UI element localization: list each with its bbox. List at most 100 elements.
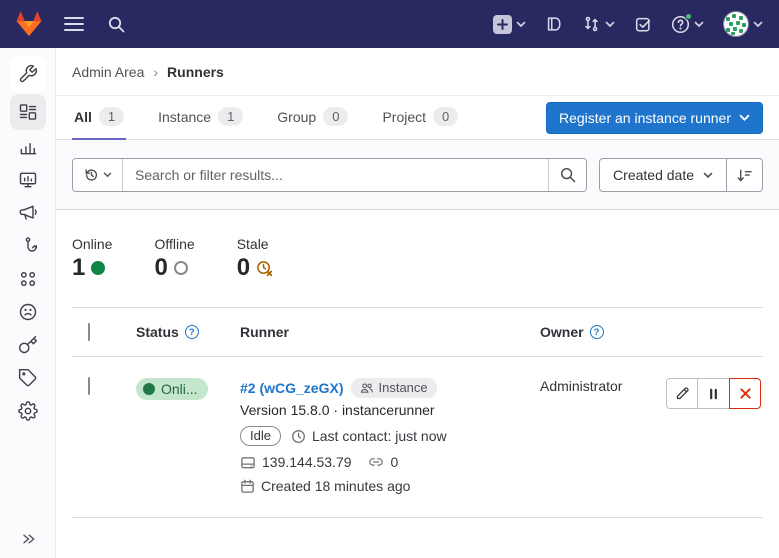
sort-by-dropdown[interactable]: Created date xyxy=(599,158,727,192)
idle-badge: Idle xyxy=(240,426,281,446)
gitlab-logo[interactable] xyxy=(14,10,44,38)
navbar-left xyxy=(14,10,125,38)
disk-icon xyxy=(240,455,256,470)
runner-ip-line: 139.144.53.79 0 xyxy=(240,454,524,470)
ip-address: 139.144.53.79 xyxy=(262,454,352,470)
search-input[interactable] xyxy=(123,159,548,191)
clock-icon xyxy=(291,429,306,444)
jobs-count: 0 xyxy=(391,454,399,470)
jobs-count-group: 0 xyxy=(368,454,399,470)
double-chevron-right-icon xyxy=(21,532,36,546)
chevron-down-icon xyxy=(703,172,713,179)
history-icon xyxy=(83,167,99,183)
wrench-icon xyxy=(18,64,38,84)
notification-dot xyxy=(685,13,692,20)
status-cell: Onli... xyxy=(120,378,224,400)
gitlab-admin-runners-page: Admin Area › Runners All 1 Instance 1 Gr… xyxy=(0,0,779,558)
chevron-down-icon xyxy=(739,114,750,122)
sidebar-item-monitoring[interactable] xyxy=(10,163,46,196)
runner-stats: Online 1 Offline 0 Stale 0 xyxy=(56,210,779,281)
sort-direction-button[interactable] xyxy=(727,158,763,192)
new-menu-button[interactable] xyxy=(493,15,526,34)
breadcrumb-runners: Runners xyxy=(167,64,224,80)
search-icon xyxy=(560,167,576,183)
sidebar-item-applications[interactable] xyxy=(10,262,46,295)
stale-count: 0 xyxy=(237,255,250,281)
help-menu-button[interactable] xyxy=(671,15,704,34)
bar-chart-icon xyxy=(18,137,38,157)
runner-version: Version 15.8.0 · instancerunner xyxy=(240,402,524,418)
sidebar-item-deploy-keys[interactable] xyxy=(10,328,46,361)
pause-runner-button[interactable] xyxy=(698,378,730,409)
tab-group-count: 0 xyxy=(323,107,348,126)
megaphone-icon xyxy=(18,203,38,223)
help-icon xyxy=(671,15,690,34)
last-contact-text: Last contact: just now xyxy=(312,428,447,444)
register-instance-runner-button[interactable]: Register an instance runner xyxy=(546,102,763,134)
merge-requests-button[interactable] xyxy=(582,15,615,33)
edit-pencil-icon xyxy=(675,386,690,401)
header-owner: Owner ? xyxy=(524,324,651,340)
sidebar-item-overview[interactable] xyxy=(10,94,46,130)
stat-offline: Offline 0 xyxy=(154,236,194,281)
sidebar-item-abuse-reports[interactable] xyxy=(10,295,46,328)
search-history-button[interactable] xyxy=(73,159,123,191)
edit-runner-button[interactable] xyxy=(666,378,698,409)
stat-online: Online 1 xyxy=(72,236,112,281)
tab-all[interactable]: All 1 xyxy=(72,96,126,140)
tag-icon xyxy=(18,368,38,388)
header-status: Status ? xyxy=(120,324,224,340)
instance-type-badge: Instance xyxy=(351,378,436,398)
stat-stale: Stale 0 xyxy=(237,236,273,281)
chevron-down-icon xyxy=(516,21,526,28)
search-submit-button[interactable] xyxy=(548,159,586,191)
filtered-search xyxy=(72,158,587,192)
runner-link[interactable]: #2 (wCG_zeGX) xyxy=(240,380,343,396)
sidebar-item-admin-area[interactable] xyxy=(10,56,46,92)
collapse-sidebar-button[interactable] xyxy=(0,532,56,546)
status-help-icon[interactable]: ? xyxy=(185,325,199,339)
tab-group[interactable]: Group 0 xyxy=(275,96,350,140)
hook-icon xyxy=(18,236,38,256)
gear-icon xyxy=(18,401,38,421)
stale-clock-icon xyxy=(256,260,273,277)
hamburger-menu-icon[interactable] xyxy=(64,16,84,32)
sort-controls: Created date xyxy=(599,158,763,192)
navbar-right xyxy=(493,11,763,37)
delete-runner-button[interactable] xyxy=(729,378,761,409)
issues-icon[interactable] xyxy=(545,15,563,33)
breadcrumb: Admin Area › Runners xyxy=(56,48,779,96)
main-content: Admin Area › Runners All 1 Instance 1 Gr… xyxy=(56,48,779,558)
user-menu-button[interactable] xyxy=(723,11,763,37)
row-checkbox[interactable] xyxy=(88,377,90,395)
sidebar-item-labels[interactable] xyxy=(10,361,46,394)
top-navbar xyxy=(0,0,779,48)
tab-project[interactable]: Project 0 xyxy=(380,96,460,140)
link-icon xyxy=(368,456,384,468)
tab-instance-count: 1 xyxy=(218,107,243,126)
owner-cell[interactable]: Administrator xyxy=(524,378,651,394)
sidebar-item-analytics[interactable] xyxy=(10,130,46,163)
sidebar-item-messages[interactable] xyxy=(10,196,46,229)
tab-project-count: 0 xyxy=(433,107,458,126)
sidebar-item-settings[interactable] xyxy=(10,394,46,427)
runners-table: Status ? Runner Owner ? xyxy=(72,307,763,518)
todos-icon[interactable] xyxy=(634,15,652,33)
tab-instance[interactable]: Instance 1 xyxy=(156,96,245,140)
online-status-dot-icon xyxy=(91,261,105,275)
merge-requests-icon xyxy=(582,15,601,33)
search-icon[interactable] xyxy=(108,16,125,33)
runner-created-line: Created 18 minutes ago xyxy=(240,478,524,494)
chevron-down-icon xyxy=(605,21,615,28)
created-text: Created 18 minutes ago xyxy=(261,478,410,494)
breadcrumb-admin-area[interactable]: Admin Area xyxy=(72,64,144,80)
owner-help-icon[interactable]: ? xyxy=(590,325,604,339)
pause-icon xyxy=(707,387,720,401)
monitor-icon xyxy=(18,170,38,190)
runner-tabs: All 1 Instance 1 Group 0 Project 0 Regis… xyxy=(56,96,779,140)
table-header-row: Status ? Runner Owner ? xyxy=(72,307,763,357)
sidebar-item-system-hooks[interactable] xyxy=(10,229,46,262)
select-all-checkbox[interactable] xyxy=(88,323,90,341)
overview-icon xyxy=(18,102,38,122)
chevron-down-icon xyxy=(753,21,763,28)
